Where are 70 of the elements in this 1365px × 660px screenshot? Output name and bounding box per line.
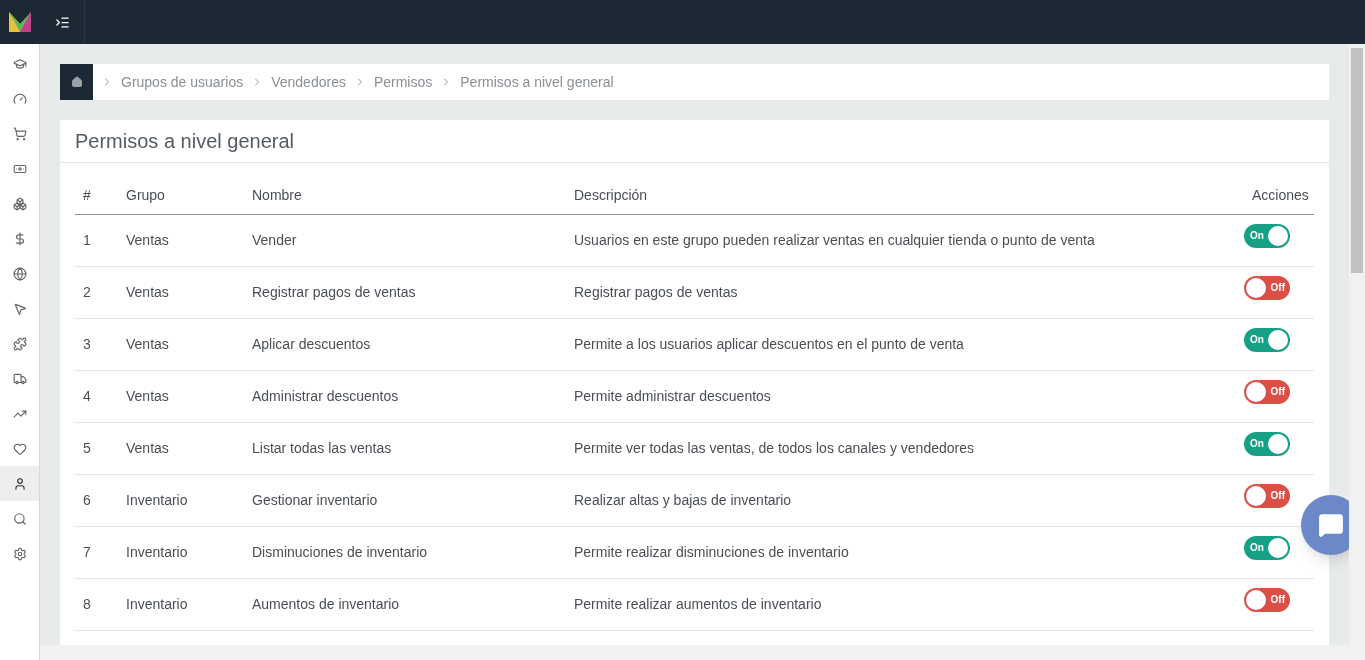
table-cell: Administrar descuentos bbox=[252, 388, 399, 404]
toggle-switch[interactable]: Off bbox=[1244, 587, 1290, 612]
table-cell: 4 bbox=[83, 388, 91, 404]
table-cell: Ventas bbox=[126, 284, 169, 300]
pointer-icon bbox=[12, 301, 27, 316]
toggle-switch[interactable]: On bbox=[1244, 535, 1290, 560]
table-cell: Permite realizar aumentos de inventario bbox=[574, 596, 822, 612]
table-cell: Registrar pagos de ventas bbox=[574, 284, 738, 300]
table-cell: 6 bbox=[83, 492, 91, 508]
table-cell: 8 bbox=[83, 596, 91, 612]
table-cell: Ventas bbox=[126, 440, 169, 456]
heart-icon bbox=[12, 441, 27, 456]
column-header: Descripción bbox=[574, 186, 648, 203]
search-icon bbox=[12, 511, 27, 526]
table-cell: Permite administrar descuentos bbox=[574, 388, 771, 404]
boxes-icon bbox=[12, 196, 27, 211]
table-cell: Inventario bbox=[126, 492, 188, 508]
table-cell: 1 bbox=[83, 232, 91, 248]
table-cell: Inventario bbox=[126, 596, 188, 612]
table-cell: Vender bbox=[252, 232, 297, 248]
table-cell: 2 bbox=[83, 284, 91, 300]
breadcrumb-link[interactable]: Permisos a nivel general bbox=[460, 71, 614, 93]
table-cell: Disminuciones de inventario bbox=[252, 544, 428, 560]
globe-icon bbox=[12, 266, 27, 281]
column-header: # bbox=[83, 186, 91, 203]
sidebar-item[interactable] bbox=[0, 466, 39, 501]
menu-icon bbox=[54, 14, 70, 30]
chat-icon bbox=[1318, 512, 1344, 538]
logo-icon bbox=[9, 12, 31, 32]
toggle-switch[interactable]: Off bbox=[1244, 483, 1290, 508]
table-cell: Permite a los usuarios aplicar descuentos en el punto de venta bbox=[574, 336, 964, 352]
table-cell: Aplicar descuentos bbox=[252, 336, 371, 352]
column-header: Nombre bbox=[252, 186, 302, 203]
toggle-switch[interactable]: Off bbox=[1244, 379, 1290, 404]
table-cell: Registrar pagos de ventas bbox=[252, 284, 416, 300]
toggle-switch[interactable]: On bbox=[1244, 223, 1290, 248]
table-cell: 5 bbox=[83, 440, 91, 456]
table-cell: Permite realizar disminuciones de inventario bbox=[574, 544, 849, 560]
table-cell: Realizar altas y bajas de inventario bbox=[574, 492, 792, 508]
graduation-cap-icon bbox=[12, 56, 27, 71]
user-icon bbox=[12, 476, 27, 491]
breadcrumb-link[interactable]: Vendedores bbox=[271, 71, 346, 93]
table-cell: Gestionar inventario bbox=[252, 492, 378, 508]
horizontal-scrollbar[interactable] bbox=[40, 645, 1365, 660]
gauge-icon bbox=[12, 91, 27, 106]
table-cell: 7 bbox=[83, 544, 91, 560]
table-cell: 3 bbox=[83, 336, 91, 352]
vertical-scrollbar[interactable] bbox=[1349, 44, 1365, 645]
table-cell: Usuarios en este grupo pueden realizar ventas en cualquier tienda o punto de venta bbox=[574, 232, 1095, 248]
column-header: Acciones bbox=[1252, 186, 1309, 203]
table-cell: Aumentos de inventario bbox=[252, 596, 400, 612]
puzzle-icon bbox=[12, 336, 27, 351]
home-icon bbox=[70, 76, 83, 88]
table-cell: Inventario bbox=[126, 544, 188, 560]
home-button[interactable] bbox=[60, 64, 93, 100]
table-cell: Ventas bbox=[126, 232, 169, 248]
toggle-switch[interactable]: Off bbox=[1244, 275, 1290, 300]
panel-title: Permisos a nivel general bbox=[75, 129, 294, 154]
settings-icon bbox=[12, 546, 27, 561]
breadcrumb-link[interactable]: Grupos de usuarios bbox=[121, 71, 244, 93]
table-cell: Listar todas las ventas bbox=[252, 440, 392, 456]
truck-icon bbox=[12, 371, 27, 386]
table-cell: Permite ver todas las ventas, de todos los canales y vendedores bbox=[574, 440, 974, 456]
table-cell: Ventas bbox=[126, 388, 169, 404]
toggle-switch[interactable]: On bbox=[1244, 327, 1290, 352]
toggle-switch[interactable]: On bbox=[1244, 431, 1290, 456]
breadcrumb-link[interactable]: Permisos bbox=[373, 71, 433, 93]
cart-icon bbox=[12, 126, 27, 141]
table-cell: Ventas bbox=[126, 336, 169, 352]
column-header: Grupo bbox=[126, 186, 165, 203]
